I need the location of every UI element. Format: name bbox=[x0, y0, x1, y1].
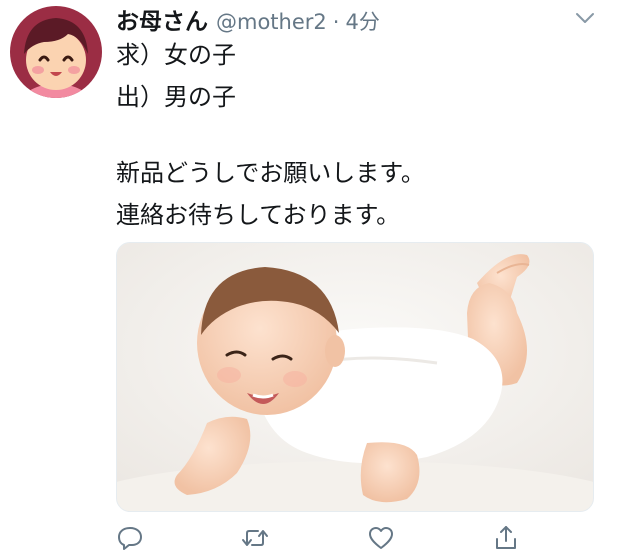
tweet-line-gap bbox=[116, 118, 425, 152]
tweet[interactable]: お母さん @mother2 · 4分 求）女の子 出）男の子 新品どうしでお願い… bbox=[0, 0, 630, 560]
tweet-text: 求）女の子 出）男の子 新品どうしでお願いします。 連絡お待ちしております。 bbox=[116, 34, 425, 236]
tweet-line-want: 求）女の子 bbox=[116, 41, 236, 69]
tweet-line-contact: 連絡お待ちしております。 bbox=[116, 201, 401, 229]
share-icon[interactable] bbox=[492, 524, 520, 552]
display-name[interactable]: お母さん bbox=[116, 2, 208, 36]
heart-icon[interactable] bbox=[367, 524, 395, 552]
tweet-actions bbox=[116, 524, 516, 554]
tweet-line-request: 新品どうしでお願いします。 bbox=[116, 159, 425, 187]
separator-dot: · bbox=[332, 10, 340, 34]
tweet-photo[interactable] bbox=[116, 242, 594, 512]
user-handle[interactable]: @mother2 bbox=[216, 10, 327, 34]
chevron-down-icon[interactable] bbox=[574, 10, 596, 26]
retweet-icon[interactable] bbox=[241, 524, 269, 552]
avatar[interactable] bbox=[10, 6, 102, 98]
tweet-line-offer: 出）男の子 bbox=[116, 83, 236, 111]
timestamp[interactable]: 4分 bbox=[345, 6, 379, 36]
reply-icon[interactable] bbox=[116, 524, 144, 552]
